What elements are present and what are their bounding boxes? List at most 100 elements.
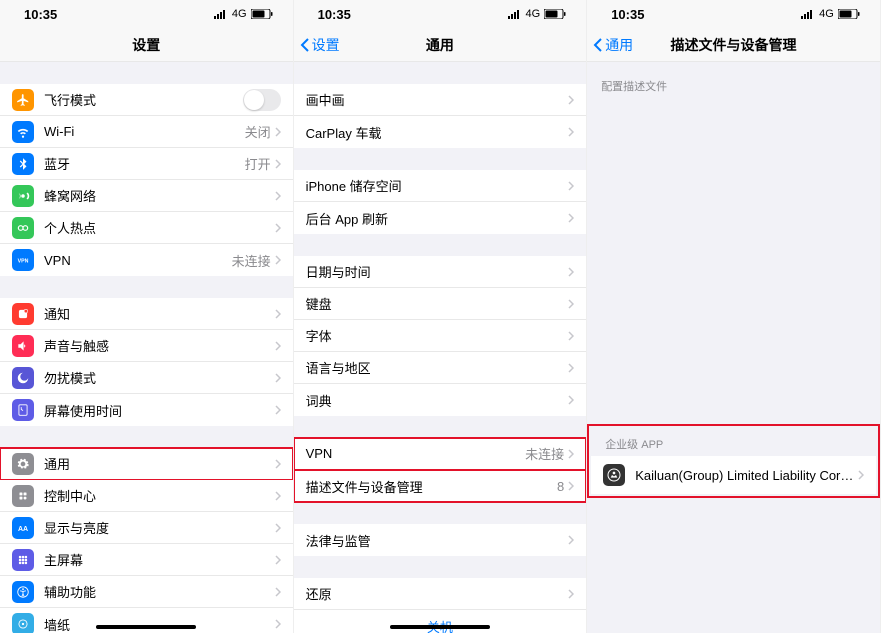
row-wifi[interactable]: Wi-Fi 关闭 [0, 116, 293, 148]
row-label: 辅助功能 [44, 582, 275, 601]
svg-text:VPN: VPN [18, 258, 29, 264]
home-indicator[interactable] [390, 625, 490, 629]
row-wallpaper[interactable]: 墙纸 [0, 608, 293, 633]
status-network: 4G [526, 8, 541, 20]
row-profiles[interactable]: 描述文件与设备管理 8 [294, 470, 587, 502]
chevron-right-icon [568, 213, 574, 223]
bluetooth-icon [12, 153, 34, 175]
dnd-icon [12, 367, 34, 389]
row-airplane[interactable]: 飞行模式 [0, 84, 293, 116]
row-general[interactable]: 通用 [0, 448, 293, 480]
row-storage[interactable]: iPhone 储存空间 [294, 170, 587, 202]
row-value: 未连接 [232, 251, 271, 270]
row-accessibility[interactable]: 辅助功能 [0, 576, 293, 608]
row-label: 屏幕使用时间 [44, 401, 275, 420]
hotspot-icon [12, 217, 34, 239]
chevron-right-icon [568, 395, 574, 405]
signal-icon [508, 9, 522, 19]
row-lang[interactable]: 语言与地区 [294, 352, 587, 384]
row-label: 主屏幕 [44, 550, 275, 569]
chevron-right-icon [275, 619, 281, 629]
row-pip[interactable]: 画中画 [294, 84, 587, 116]
airplane-switch[interactable] [243, 89, 281, 111]
nav-bar: 设置 通用 [294, 28, 587, 62]
status-bar: 10:35 4G [0, 0, 293, 28]
row-value: 未连接 [525, 444, 564, 463]
status-right: 4G [508, 8, 567, 20]
row-vpn-general[interactable]: VPN 未连接 [294, 438, 587, 470]
row-label: VPN [44, 253, 232, 268]
back-button[interactable]: 设置 [300, 35, 340, 55]
chevron-right-icon [568, 589, 574, 599]
row-fonts[interactable]: 字体 [294, 320, 587, 352]
back-label: 设置 [312, 35, 340, 55]
airplane-icon [12, 89, 34, 111]
signal-icon [801, 9, 815, 19]
row-reset[interactable]: 还原 [294, 578, 587, 610]
home-indicator[interactable] [96, 625, 196, 629]
row-label: CarPlay 车载 [306, 123, 569, 142]
row-label: 键盘 [306, 294, 569, 313]
screen-profiles: 10:35 4G 通用 描述文件与设备管理 配置描述文件 企业级 APP Kai… [587, 0, 881, 633]
chevron-right-icon [275, 255, 281, 265]
row-label: 字体 [306, 326, 569, 345]
row-screentime[interactable]: 屏幕使用时间 [0, 394, 293, 426]
status-time: 10:35 [318, 7, 351, 22]
row-bluetooth[interactable]: 蓝牙 打开 [0, 148, 293, 180]
row-legal[interactable]: 法律与监管 [294, 524, 587, 556]
control-center-icon [12, 485, 34, 507]
chevron-right-icon [275, 127, 281, 137]
row-shutdown[interactable]: 关机 [294, 610, 587, 633]
row-label: iPhone 储存空间 [306, 176, 569, 195]
chevron-right-icon [275, 191, 281, 201]
row-carplay[interactable]: CarPlay 车载 [294, 116, 587, 148]
row-keyboard[interactable]: 键盘 [294, 288, 587, 320]
wifi-icon [12, 121, 34, 143]
row-control[interactable]: 控制中心 [0, 480, 293, 512]
row-notify[interactable]: 通知 [0, 298, 293, 330]
row-label: 日期与时间 [306, 262, 569, 281]
chevron-right-icon [568, 363, 574, 373]
chevron-right-icon [568, 481, 574, 491]
chevron-right-icon [275, 223, 281, 233]
row-label: 控制中心 [44, 486, 275, 505]
vpn-icon: VPN [12, 249, 34, 271]
row-label: 通用 [44, 454, 275, 473]
row-label: 墙纸 [44, 615, 275, 633]
row-bgapp[interactable]: 后台 App 刷新 [294, 202, 587, 234]
row-label: 蜂窝网络 [44, 186, 275, 205]
chevron-right-icon [568, 181, 574, 191]
row-label: 飞行模式 [44, 90, 243, 109]
row-dict[interactable]: 词典 [294, 384, 587, 416]
sound-icon [12, 335, 34, 357]
status-right: 4G [214, 8, 273, 20]
chevron-right-icon [275, 555, 281, 565]
status-bar: 10:35 4G [294, 0, 587, 28]
svg-text:AA: AA [18, 525, 28, 532]
status-time: 10:35 [24, 7, 57, 22]
page-title: 通用 [426, 35, 454, 55]
page-title: 设置 [132, 35, 160, 55]
row-enterprise-app[interactable]: Kailuan(Group) Limited Liability Corpora… [591, 456, 876, 494]
chevron-right-icon [568, 267, 574, 277]
row-sound[interactable]: 声音与触感 [0, 330, 293, 362]
chevron-right-icon [568, 535, 574, 545]
back-button[interactable]: 通用 [593, 35, 633, 55]
row-label: 后台 App 刷新 [306, 209, 569, 228]
nav-bar: 设置 [0, 28, 293, 62]
row-hotspot[interactable]: 个人热点 [0, 212, 293, 244]
wallpaper-icon [12, 613, 34, 633]
row-label: 语言与地区 [306, 358, 569, 377]
row-display[interactable]: AA 显示与亮度 [0, 512, 293, 544]
row-label: 画中画 [306, 90, 569, 109]
row-datetime[interactable]: 日期与时间 [294, 256, 587, 288]
row-vpn[interactable]: VPN VPN 未连接 [0, 244, 293, 276]
row-home[interactable]: 主屏幕 [0, 544, 293, 576]
row-label: 词典 [306, 391, 569, 410]
row-dnd[interactable]: 勿扰模式 [0, 362, 293, 394]
chevron-right-icon [568, 299, 574, 309]
row-cellular[interactable]: 蜂窝网络 [0, 180, 293, 212]
battery-icon [544, 9, 566, 19]
chevron-right-icon [568, 127, 574, 137]
battery-icon [838, 9, 860, 19]
